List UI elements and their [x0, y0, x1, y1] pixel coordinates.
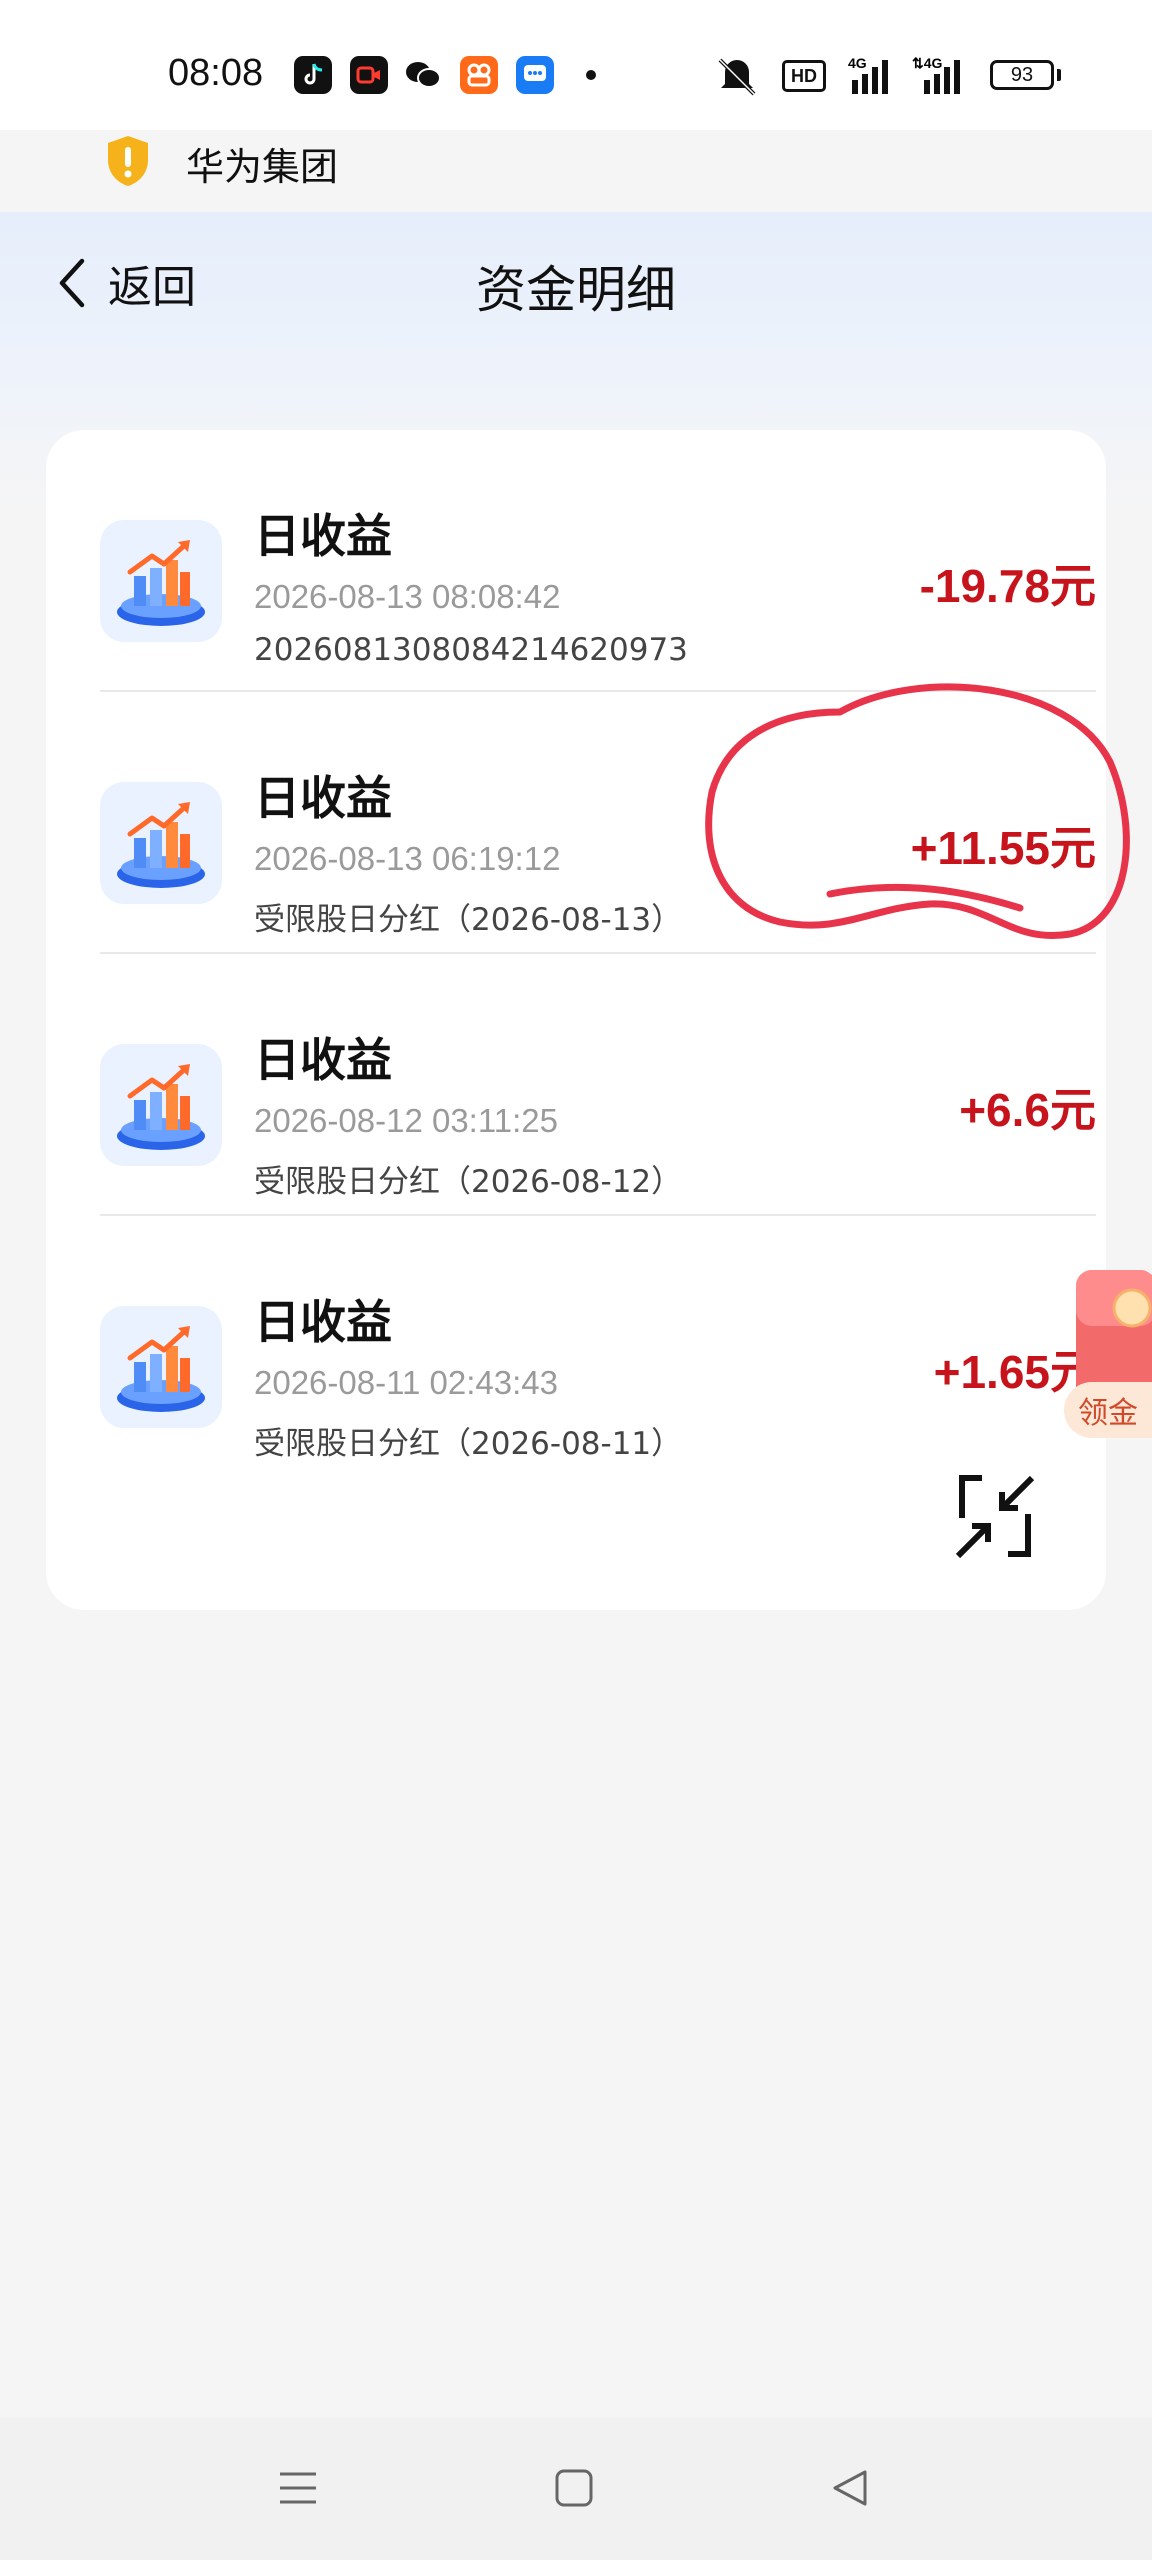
signal-4g-icon: ⇅4G — [910, 54, 972, 96]
transaction-amount: +6.6元 — [959, 1084, 1096, 1136]
transaction-card: 日收益 2026-08-13 08:08:42 2026081308084214… — [46, 430, 1106, 1610]
transaction-time: 2026-08-13 08:08:42 — [254, 578, 561, 615]
transaction-time: 2026-08-11 02:43:43 — [254, 1364, 558, 1401]
transaction-title: 日收益 — [254, 509, 392, 563]
transaction-desc: 20260813080842146209​73 — [254, 632, 688, 668]
transaction-title: 日收益 — [254, 1033, 392, 1087]
home-icon[interactable] — [544, 2458, 604, 2518]
svg-text:4G: 4G — [848, 55, 867, 71]
status-time: 08:08 — [168, 52, 264, 94]
svg-text:⇅4G: ⇅4G — [912, 55, 943, 71]
red-packet-label[interactable]: 领金 — [1064, 1382, 1152, 1438]
tiktok-icon — [294, 56, 332, 94]
hd-icon: HD — [782, 60, 826, 92]
transaction-desc: 受限股日分红（2026-08-11） — [254, 1426, 683, 1462]
warning-shield-icon — [104, 134, 152, 188]
battery-tip — [1057, 69, 1061, 81]
navigation-bar — [0, 2418, 1152, 2560]
earnings-chart-icon — [100, 782, 222, 904]
app-icon — [460, 56, 498, 94]
collapse-icon[interactable] — [952, 1470, 1038, 1562]
annotation-circle — [705, 683, 1130, 939]
earnings-chart-icon — [100, 1306, 222, 1428]
video-icon — [350, 56, 388, 94]
status-bar: 08:08 HD 4G ⇅4G 93 — [0, 0, 1152, 130]
transaction-desc: 受限股日分红（2026-08-12） — [254, 1164, 683, 1200]
transaction-title: 日收益 — [254, 771, 392, 825]
signal-4g-icon: 4G — [846, 54, 898, 96]
transaction-time: 2026-08-13 06:19:12 — [254, 840, 561, 877]
transaction-row[interactable]: 日收益 2026-08-13 08:08:42 2026081308084214… — [100, 430, 1096, 692]
notice-text: 华为集团 — [186, 145, 339, 189]
transaction-amount: -19.78元 — [919, 560, 1096, 612]
earnings-chart-icon — [100, 520, 222, 642]
transaction-row[interactable]: 日收益 2026-08-11 02:43:43 受限股日分红（2026-08-1… — [100, 1216, 1096, 1478]
transaction-time: 2026-08-12 03:11:25 — [254, 1102, 558, 1139]
mute-icon — [712, 56, 762, 96]
page-title: 资金明细 — [476, 261, 676, 319]
transaction-row[interactable]: 日收益 2026-08-12 03:11:25 受限股日分红（2026-08-1… — [100, 954, 1096, 1216]
menu-icon[interactable] — [268, 2458, 328, 2518]
notification-dot — [586, 70, 596, 80]
transaction-desc: 受限股日分红（2026-08-13） — [254, 902, 683, 938]
earnings-chart-icon — [100, 1044, 222, 1166]
transaction-title: 日收益 — [254, 1295, 392, 1349]
battery-indicator: 93 — [990, 60, 1054, 90]
wechat-icon — [404, 56, 442, 94]
back-triangle-icon[interactable] — [820, 2458, 880, 2518]
message-icon — [516, 56, 554, 94]
